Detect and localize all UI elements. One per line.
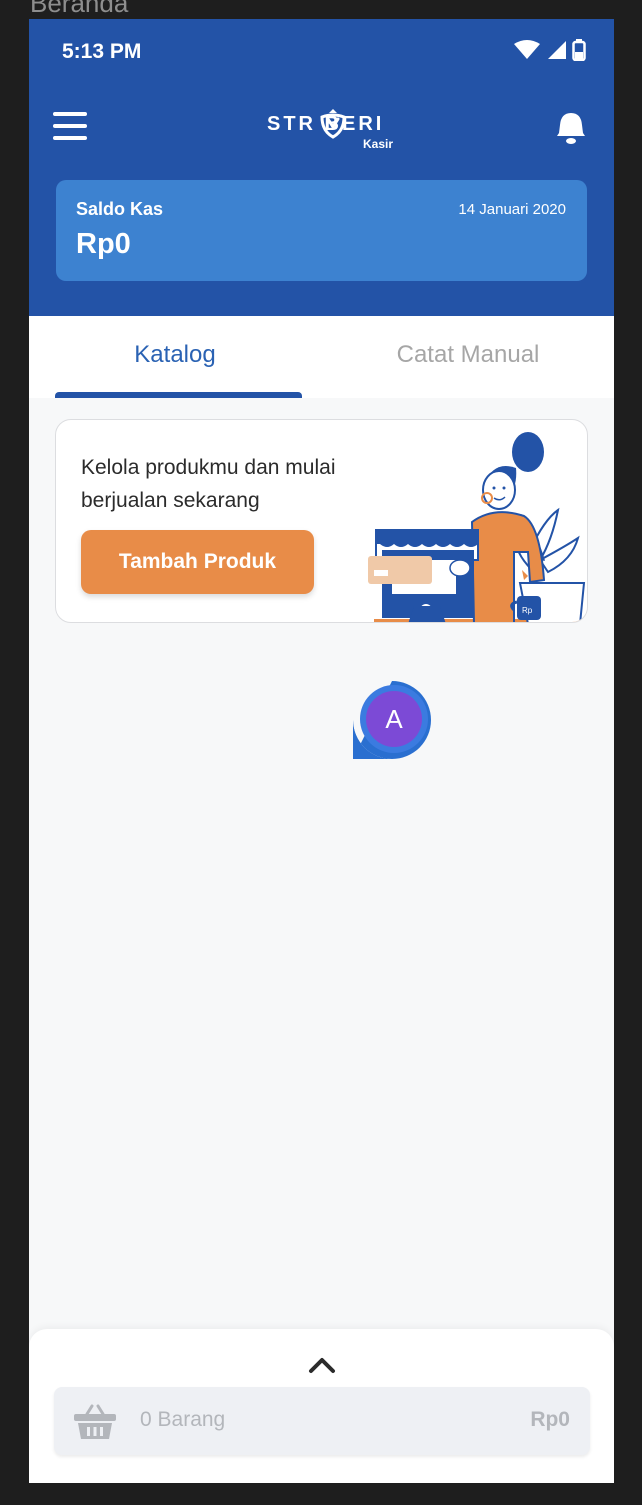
cart-bottom-sheet: 0 Barang Rp0 <box>29 1329 614 1483</box>
floating-action-button[interactable]: A <box>351 679 433 761</box>
battery-icon <box>572 39 586 61</box>
status-time: 5:13 PM <box>62 40 142 63</box>
fab-label: A <box>385 704 403 734</box>
saldo-card: Saldo Kas 14 Januari 2020 Rp0 <box>56 180 587 281</box>
cart-item-count: 0 Barang <box>140 1408 226 1431</box>
saldo-date: 14 Januari 2020 <box>458 201 566 218</box>
app-header: 5:13 PM STR BERI Kasir Saldo Kas 14 Janu… <box>29 19 614 316</box>
tab-bar: Katalog Catat Manual <box>29 316 614 398</box>
hamburger-icon[interactable] <box>53 109 87 143</box>
add-product-button[interactable]: Tambah Produk <box>81 530 314 594</box>
basket-icon <box>74 1404 116 1439</box>
app-bar: STR BERI Kasir <box>29 99 614 155</box>
window-title: Beranda <box>30 0 129 18</box>
wifi-icon <box>514 40 540 59</box>
chevron-up-icon[interactable] <box>307 1355 337 1375</box>
cart-total: Rp0 <box>530 1408 570 1431</box>
status-icons <box>514 39 586 61</box>
promo-card: Kelola produkmu dan mulai berjualan seka… <box>55 419 588 623</box>
promo-text: Kelola produkmu dan mulai berjualan seka… <box>81 456 336 512</box>
bell-icon[interactable] <box>556 111 586 145</box>
active-tab-indicator <box>55 392 302 398</box>
app-logo: STR BERI Kasir <box>267 109 407 151</box>
strawberry-logo-icon <box>320 109 346 139</box>
logo-subtitle: Kasir <box>363 137 394 151</box>
status-bar: 5:13 PM <box>29 19 614 87</box>
tab-catat-manual[interactable]: Catat Manual <box>322 316 614 398</box>
shopkeeper-illustration: Rp <box>368 432 587 622</box>
tab-katalog[interactable]: Katalog <box>29 316 321 398</box>
saldo-value: Rp0 <box>76 228 131 260</box>
saldo-label: Saldo Kas <box>76 199 164 219</box>
cart-summary-bar[interactable]: 0 Barang Rp0 <box>54 1387 590 1455</box>
phone-screen: 5:13 PM STR BERI Kasir Saldo Kas 14 Janu… <box>29 19 614 1483</box>
cup-label: Rp <box>522 606 533 615</box>
signal-icon <box>548 41 566 59</box>
